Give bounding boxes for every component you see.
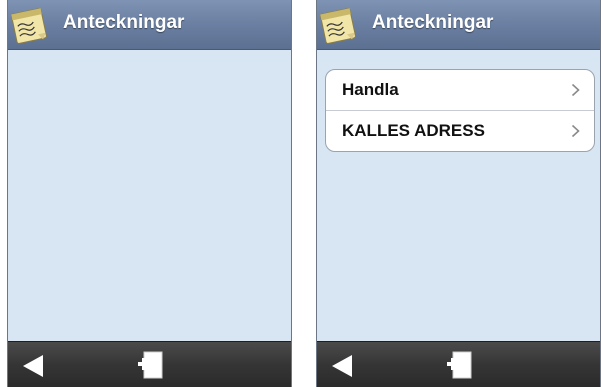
chevron-right-icon	[571, 83, 580, 97]
notes-list: Handla KALLES ADRESS	[325, 69, 595, 152]
phone-screen-notes: Anteckningar Handla KALLES ADRESS	[316, 0, 601, 387]
note-title: Handla	[342, 80, 399, 99]
back-triangle-icon[interactable]	[330, 353, 354, 379]
bottom-toolbar	[317, 341, 600, 387]
title-bar: Anteckningar	[317, 0, 600, 50]
app-title: Anteckningar	[372, 12, 494, 33]
new-note-icon[interactable]	[445, 348, 473, 382]
notepad-icon	[11, 8, 47, 44]
notes-list-area	[8, 50, 291, 342]
back-triangle-icon[interactable]	[21, 353, 45, 379]
title-bar: Anteckningar	[8, 0, 291, 50]
notepad-icon	[320, 8, 356, 44]
list-item[interactable]: KALLES ADRESS	[326, 110, 594, 151]
new-note-icon[interactable]	[136, 348, 164, 382]
chevron-right-icon	[571, 124, 580, 138]
note-title: KALLES ADRESS	[342, 121, 485, 140]
phone-screen-empty: Anteckningar	[7, 0, 292, 387]
bottom-toolbar	[8, 341, 291, 387]
notes-list-area: Handla KALLES ADRESS	[317, 50, 600, 342]
app-title: Anteckningar	[63, 12, 185, 33]
list-item[interactable]: Handla	[326, 70, 594, 110]
